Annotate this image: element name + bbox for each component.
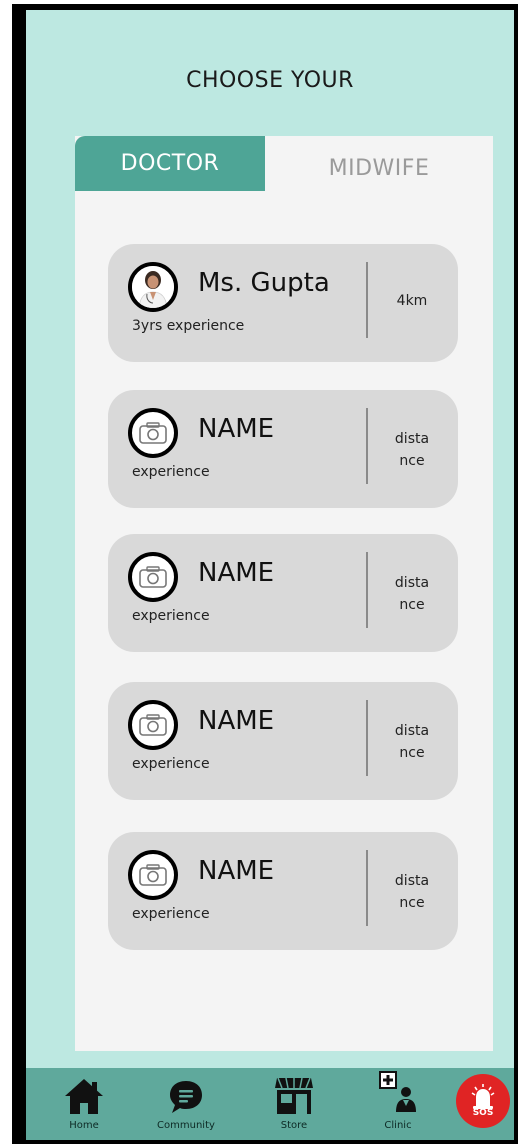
- card-divider: [366, 408, 368, 484]
- provider-avatar: [128, 850, 178, 900]
- provider-experience: experience: [132, 464, 210, 480]
- nav-community[interactable]: Community: [146, 1072, 226, 1138]
- card-divider: [366, 262, 368, 338]
- sos-label: SOS: [472, 1108, 494, 1118]
- nav-store-label: Store: [280, 1120, 308, 1131]
- provider-card[interactable]: Ms. Gupta 3yrs experience 4km: [108, 244, 458, 362]
- nav-store[interactable]: Store: [254, 1072, 334, 1138]
- home-icon: [65, 1079, 103, 1114]
- card-divider: [366, 552, 368, 628]
- app-screen: CHOOSE YOUR DOCTOR MIDWIFE Ms. Gupta 3yr…: [26, 10, 514, 1140]
- page-title: CHOOSE YOUR: [186, 68, 354, 93]
- provider-panel: DOCTOR MIDWIFE Ms. Gupta 3yrs experience…: [75, 136, 493, 1051]
- tab-doctor[interactable]: DOCTOR: [75, 136, 265, 191]
- provider-name: NAME: [198, 856, 275, 886]
- provider-distance: 4km: [396, 293, 428, 309]
- card-divider: [366, 850, 368, 926]
- card-divider: [366, 700, 368, 776]
- bottom-nav: Home Community Store Clinic SOS: [26, 1068, 514, 1140]
- doctor-photo: [132, 266, 174, 308]
- provider-name: NAME: [198, 706, 275, 736]
- nav-clinic-label: Clinic: [384, 1120, 412, 1131]
- camera-icon: [139, 714, 167, 736]
- nav-home[interactable]: Home: [44, 1072, 124, 1138]
- provider-name: NAME: [198, 558, 275, 588]
- provider-experience: experience: [132, 756, 210, 772]
- provider-avatar: [128, 552, 178, 602]
- clinic-icon: [379, 1071, 416, 1112]
- provider-name: Ms. Gupta: [198, 268, 330, 298]
- camera-icon: [139, 422, 167, 444]
- camera-icon: [139, 864, 167, 886]
- provider-experience: experience: [132, 906, 210, 922]
- store-icon: [275, 1077, 313, 1114]
- sos-button[interactable]: SOS: [456, 1074, 510, 1128]
- provider-card[interactable]: NAME experience dista nce: [108, 682, 458, 800]
- alarm-icon: [471, 1084, 495, 1109]
- provider-name: NAME: [198, 414, 275, 444]
- doctor-avatar: [128, 262, 178, 312]
- provider-avatar: [128, 408, 178, 458]
- provider-distance: dista nce: [394, 575, 430, 613]
- provider-experience: experience: [132, 608, 210, 624]
- camera-icon: [139, 566, 167, 588]
- provider-card[interactable]: NAME experience dista nce: [108, 832, 458, 950]
- provider-experience: 3yrs experience: [132, 318, 245, 334]
- nav-home-label: Home: [69, 1120, 99, 1131]
- provider-card[interactable]: NAME experience dista nce: [108, 390, 458, 508]
- nav-community-label: Community: [157, 1120, 215, 1131]
- provider-avatar: [128, 700, 178, 750]
- provider-distance: dista nce: [394, 723, 430, 761]
- nav-clinic[interactable]: Clinic: [358, 1071, 438, 1138]
- provider-distance: dista nce: [394, 873, 430, 911]
- tab-midwife[interactable]: MIDWIFE: [265, 141, 493, 196]
- chat-icon: [170, 1081, 202, 1113]
- provider-distance: dista nce: [394, 431, 430, 469]
- provider-card[interactable]: NAME experience dista nce: [108, 534, 458, 652]
